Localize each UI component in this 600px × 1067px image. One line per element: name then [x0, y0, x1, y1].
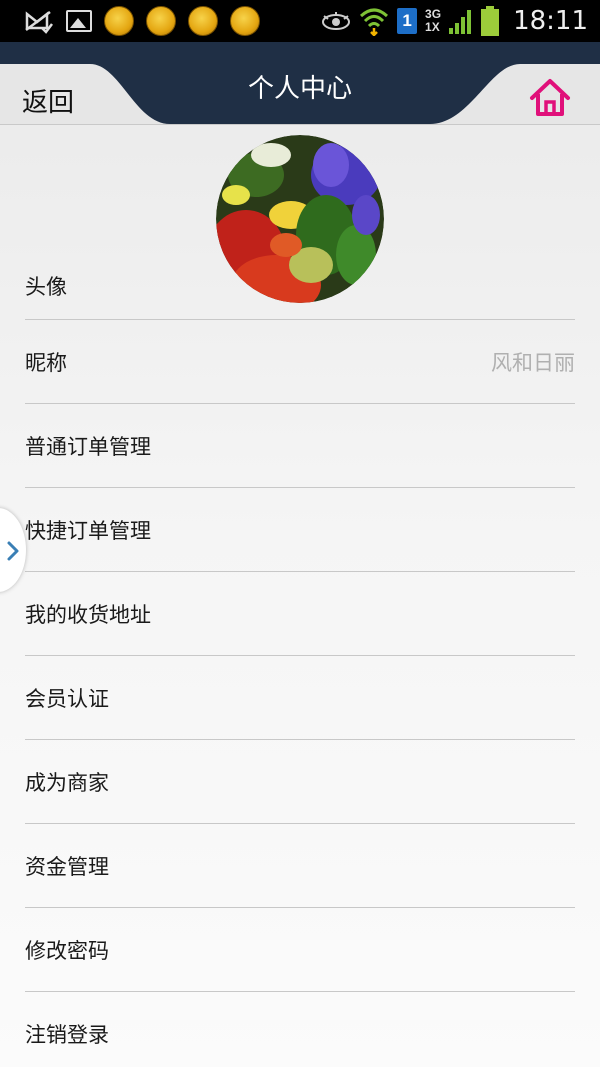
- home-icon[interactable]: [528, 76, 572, 120]
- normal-orders-row[interactable]: 普通订单管理: [25, 404, 575, 488]
- eye-icon: [322, 12, 351, 30]
- normal-orders-label: 普通订单管理: [25, 434, 151, 459]
- logout-row[interactable]: 注销登录: [25, 992, 575, 1067]
- member-verification-row[interactable]: 会员认证: [25, 656, 575, 740]
- message-icon: [25, 11, 53, 34]
- network-type-bottom: 1X: [425, 20, 440, 34]
- change-password-row[interactable]: 修改密码: [25, 908, 575, 992]
- clock: 18:11: [513, 6, 588, 36]
- avatar[interactable]: [216, 135, 384, 303]
- logout-label: 注销登录: [25, 1023, 109, 1047]
- shipping-address-label: 我的收货地址: [25, 602, 151, 627]
- become-merchant-row[interactable]: 成为商家: [25, 740, 575, 824]
- quick-orders-row[interactable]: 快捷订单管理: [25, 488, 575, 572]
- app-coin-icon: [146, 6, 176, 36]
- signal-icon: [449, 10, 472, 34]
- notification-icons: [24, 6, 260, 36]
- nickname-value: 风和日丽: [491, 350, 575, 375]
- member-verification-label: 会员认证: [25, 686, 109, 711]
- network-type: 3G 1X: [425, 8, 441, 34]
- avatar-label: 头像: [25, 275, 67, 299]
- nickname-label: 昵称: [25, 350, 67, 375]
- system-icons: 1 3G 1X 18:11: [321, 4, 588, 38]
- avatar-row[interactable]: 头像: [25, 125, 575, 320]
- fund-management-row[interactable]: 资金管理: [25, 824, 575, 908]
- quick-orders-label: 快捷订单管理: [25, 518, 151, 543]
- page-title: 个人中心: [247, 74, 352, 104]
- battery-icon: [481, 6, 500, 36]
- sim-icon: 1: [397, 8, 418, 34]
- chevron-right-icon[interactable]: [6, 540, 20, 562]
- gallery-icon: [66, 10, 92, 32]
- app-coin-icon: [230, 6, 260, 36]
- app-coin-icon: [104, 6, 134, 36]
- nickname-row[interactable]: 昵称 风和日丽: [25, 320, 575, 404]
- shipping-address-row[interactable]: 我的收货地址: [25, 572, 575, 656]
- profile-menu: 头像 昵称 风和日丽 普通订单管理 快捷订单管理 我的收货地址 会员认证 成为商…: [25, 125, 575, 1067]
- become-merchant-label: 成为商家: [25, 770, 109, 795]
- status-bar: 1 3G 1X 18:11: [0, 0, 600, 42]
- app-header: 返回 个人中心: [0, 42, 600, 125]
- change-password-label: 修改密码: [25, 938, 109, 963]
- app-coin-icon: [188, 6, 218, 36]
- fund-management-label: 资金管理: [25, 854, 109, 879]
- wifi-icon: [360, 8, 389, 36]
